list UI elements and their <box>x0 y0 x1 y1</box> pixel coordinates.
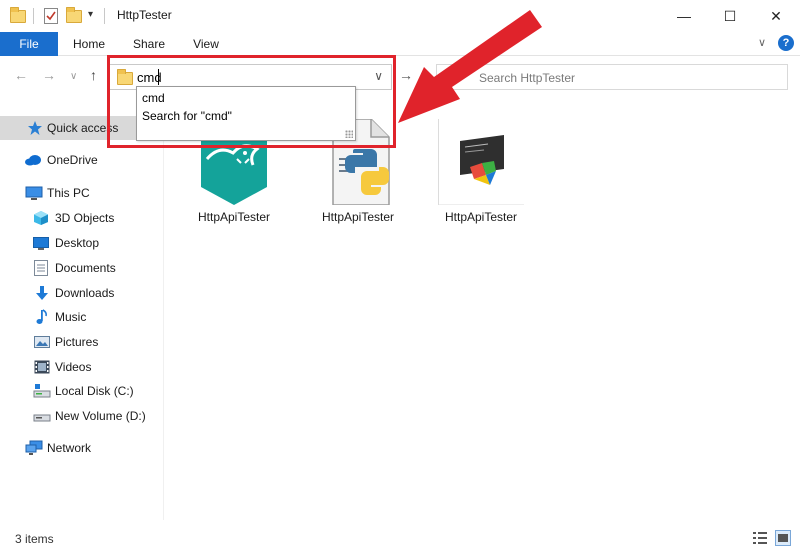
sidebar-item-music[interactable]: Music <box>0 305 163 329</box>
computer-icon <box>25 185 43 201</box>
download-icon <box>34 285 50 301</box>
large-icons-view-icon[interactable] <box>775 530 791 546</box>
sidebar-item-label: Desktop <box>55 236 100 250</box>
file-name: HttpApiTester <box>197 210 271 224</box>
videos-icon <box>34 359 50 375</box>
back-arrow-icon[interactable]: ← <box>14 67 28 83</box>
sidebar-item-label: Downloads <box>55 286 115 300</box>
sidebar-item-label: Network <box>47 441 92 455</box>
sidebar-item-onedrive[interactable]: OneDrive <box>0 148 163 172</box>
tab-share[interactable]: Share <box>126 32 172 56</box>
sidebar-item-label: Pictures <box>55 335 99 349</box>
cube-icon <box>33 210 49 226</box>
sidebar-item-videos[interactable]: Videos <box>0 355 163 379</box>
forward-arrow-icon[interactable]: → <box>42 67 56 83</box>
navigation-pane: Quick access OneDrive This PC 3D Objects… <box>0 111 163 521</box>
maximize-button[interactable]: ☐ <box>707 0 753 32</box>
sidebar-item-local-disk-c[interactable]: Local Disk (C:) <box>0 379 163 403</box>
sidebar-item-documents[interactable]: Documents <box>0 256 163 280</box>
window-title: HttpTester <box>117 8 172 22</box>
tab-home[interactable]: Home <box>66 32 112 56</box>
tab-view[interactable]: View <box>184 32 228 56</box>
sidebar-item-label: Local Disk (C:) <box>55 384 134 398</box>
sidebar-item-pictures[interactable]: Pictures <box>0 330 163 354</box>
customize-quick-access-icon[interactable]: ▾ <box>88 9 93 25</box>
drive-icon <box>33 408 51 424</box>
recent-locations-chevron-icon[interactable]: ∨ <box>70 71 77 82</box>
sidebar-item-label: New Volume (D:) <box>55 409 146 423</box>
file-name: HttpApiTester <box>321 210 395 224</box>
sidebar-item-label: OneDrive <box>47 153 98 167</box>
star-icon <box>27 120 43 136</box>
item-count: 3 items <box>15 532 54 546</box>
help-icon[interactable]: ? <box>778 35 794 51</box>
file-name: HttpApiTester <box>444 210 518 224</box>
cloud-icon <box>24 152 41 168</box>
annotation-arrow-icon <box>398 10 542 123</box>
pictures-icon <box>34 334 50 350</box>
sidebar-item-new-volume-d[interactable]: New Volume (D:) <box>0 404 163 428</box>
close-button[interactable]: ✕ <box>753 0 799 32</box>
sidebar-item-downloads[interactable]: Downloads <box>0 281 163 305</box>
pane-divider[interactable] <box>163 100 164 520</box>
expand-ribbon-icon[interactable]: ∨ <box>758 36 766 49</box>
sidebar-item-this-pc[interactable]: This PC <box>0 181 163 205</box>
sidebar-item-label: Documents <box>55 261 116 275</box>
sidebar-item-network[interactable]: Network <box>0 436 163 460</box>
drive-icon <box>33 383 51 399</box>
sidebar-item-label: Music <box>55 310 87 324</box>
separator <box>33 8 34 24</box>
desktop-icon <box>33 235 49 251</box>
tab-file[interactable]: File <box>0 32 58 56</box>
network-icon <box>25 440 43 456</box>
up-arrow-icon[interactable]: ↑ <box>90 67 97 83</box>
sidebar-item-desktop[interactable]: Desktop <box>0 231 163 255</box>
minimize-button[interactable]: — <box>661 0 707 32</box>
highlight-box <box>107 55 396 148</box>
sidebar-item-label: 3D Objects <box>55 211 115 225</box>
separator <box>104 8 105 24</box>
sidebar-item-label: This PC <box>47 186 90 200</box>
details-view-icon[interactable] <box>752 530 768 546</box>
sidebar-item-label: Videos <box>55 360 92 374</box>
music-icon <box>35 309 51 325</box>
properties-icon[interactable] <box>44 8 58 24</box>
document-icon <box>34 260 50 276</box>
sidebar-item-3d-objects[interactable]: 3D Objects <box>0 206 163 230</box>
